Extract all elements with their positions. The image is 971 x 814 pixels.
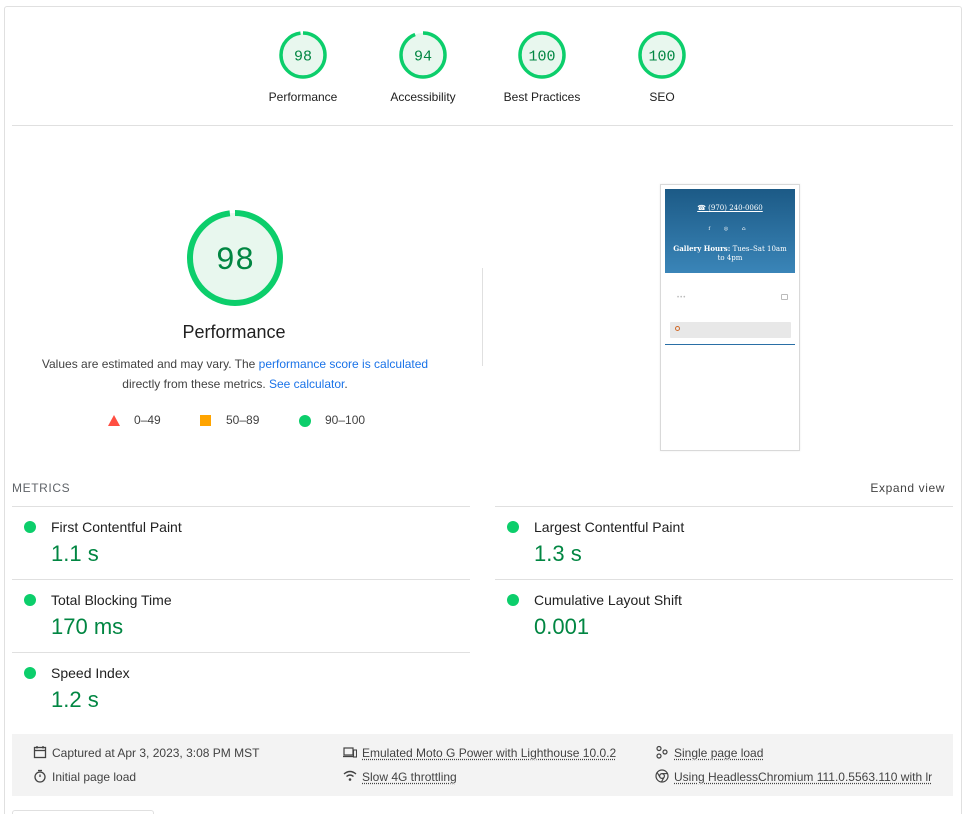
legend-label: 0–49 (134, 413, 161, 427)
thumb-menu-icon: ••• (677, 295, 687, 301)
metric-value: 0.001 (534, 614, 590, 639)
thumb-phone-text: (970) 240-0060 (708, 204, 763, 212)
score-gauges-row: 98 Performance 94 Accessibility 100 Best… (0, 30, 971, 110)
vertical-separator (482, 268, 483, 366)
metrics-header: METRICS (12, 481, 71, 495)
nodes-icon (656, 745, 668, 759)
partial-bottom-element (12, 810, 154, 814)
header-divider (12, 125, 953, 126)
final-screenshot-thumbnail[interactable]: ☎ (970) 240-0060 f ◎ ⌂ Gallery Hours: Tu… (660, 184, 800, 451)
legend-label: 90–100 (325, 413, 366, 427)
single-text: Single page load (674, 746, 764, 760)
pass-circle-icon (24, 667, 36, 679)
metric-name: Cumulative Layout Shift (534, 592, 682, 608)
gauge-label: Best Practices (503, 90, 581, 104)
metric-fcp: First Contentful Paint 1.1 s (12, 506, 470, 579)
pass-circle-icon (24, 594, 36, 606)
gauge-score: 94 (414, 49, 432, 66)
thumb-hours-label: Gallery Hours: (673, 244, 731, 253)
triangle-icon (108, 415, 120, 426)
see-calculator-link[interactable]: See calculator (269, 377, 344, 391)
throttling-text: Slow 4G throttling (362, 770, 457, 784)
metric-name: First Contentful Paint (51, 519, 182, 535)
gauge-ring: 100 (518, 31, 566, 79)
gauge-score: 98 (294, 49, 312, 66)
gauge-ring: 98 (279, 31, 327, 79)
legend-label: 50–89 (226, 413, 260, 427)
metric-cls: Cumulative Layout Shift 0.001 (495, 579, 953, 652)
pass-circle-icon (24, 521, 36, 533)
thumb-cart-icon (781, 294, 788, 300)
thumb-social-icons: f ◎ ⌂ (708, 226, 752, 232)
thumb-phone: ☎ (970) 240-0060 (697, 204, 763, 212)
gauge-label: Accessibility (390, 90, 456, 104)
metric-name: Speed Index (51, 665, 130, 681)
metric-value: 1.1 s (51, 541, 99, 566)
gauge-best-practices[interactable]: 100 Best Practices (487, 30, 597, 104)
emulated-text: Emulated Moto G Power with Lighthouse 10… (362, 746, 617, 760)
stopwatch-icon (34, 769, 46, 783)
metric-tbt: Total Blocking Time 170 ms (12, 579, 470, 652)
desc-text: directly from these metrics. (122, 377, 269, 391)
gauge-performance[interactable]: 98 Performance (248, 30, 358, 104)
metric-value: 1.3 s (534, 541, 582, 566)
metric-lcp: Largest Contentful Paint 1.3 s (495, 506, 953, 579)
score-calculated-link[interactable]: performance score is calculated (259, 357, 428, 371)
metric-name: Largest Contentful Paint (534, 519, 685, 535)
pass-circle-icon (507, 594, 519, 606)
performance-description: Values are estimated and may vary. The p… (20, 354, 450, 394)
captured-text: Captured at Apr 3, 2023, 3:08 PM MST (52, 746, 260, 760)
desc-text: Values are estimated and may vary. The (41, 357, 259, 371)
expand-view-toggle[interactable]: Expand view (870, 481, 945, 495)
circle-icon (299, 415, 311, 427)
wifi-icon (343, 770, 357, 781)
performance-title: Performance (182, 322, 286, 342)
search-icon (675, 326, 680, 331)
desc-text: . (344, 377, 348, 391)
gauge-label: SEO (649, 90, 675, 104)
metric-speed-index: Speed Index 1.2 s (12, 652, 470, 725)
metric-value: 1.2 s (51, 687, 99, 712)
calendar-icon (33, 746, 47, 759)
performance-big-gauge: 98 (187, 210, 283, 306)
gauge-score: 100 (648, 49, 675, 66)
initial-text: Initial page load (52, 770, 137, 784)
chrome-icon (655, 769, 669, 783)
thumb-underline (665, 344, 795, 345)
using-text: Using HeadlessChromium 111.0.5563.110 wi… (674, 770, 933, 784)
gauge-ring: 94 (399, 31, 447, 79)
pass-circle-icon (507, 521, 519, 533)
devices-icon (343, 747, 357, 758)
thumb-hero: ☎ (970) 240-0060 f ◎ ⌂ Gallery Hours: Tu… (665, 189, 795, 273)
performance-score: 98 (216, 242, 254, 279)
thumb-search-bar (670, 322, 791, 338)
square-icon (200, 415, 211, 426)
thumb-hours: Gallery Hours: Tues–Sat 10am to 4pm (671, 244, 789, 263)
gauge-ring: 100 (638, 31, 686, 79)
gauge-accessibility[interactable]: 94 Accessibility (368, 30, 478, 104)
gauge-seo[interactable]: 100 SEO (607, 30, 717, 104)
metric-value: 170 ms (51, 614, 124, 639)
metric-name: Total Blocking Time (51, 592, 172, 608)
gauge-score: 100 (528, 49, 555, 66)
gauge-label: Performance (268, 90, 338, 104)
runtime-settings: Captured at Apr 3, 2023, 3:08 PM MST Ini… (12, 734, 953, 796)
